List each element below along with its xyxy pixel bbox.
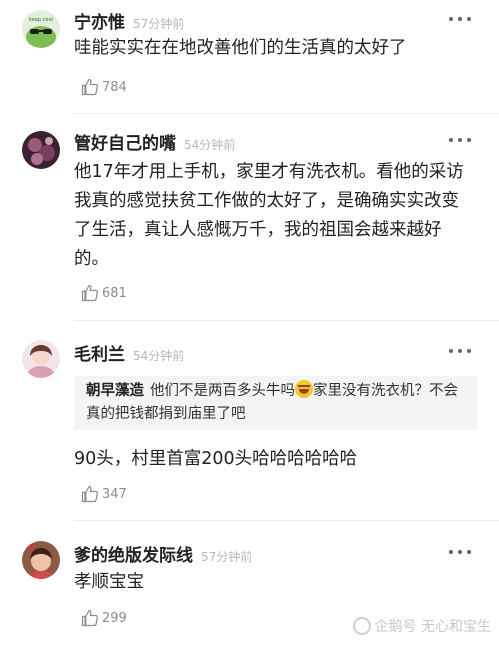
comment-header: 毛利兰 54分钟前 — [74, 340, 184, 365]
quoted-text-part-1: 他们不是两百多头牛吗 — [150, 383, 295, 399]
username[interactable]: 毛利兰 — [74, 340, 125, 365]
more-icon[interactable] — [449, 137, 471, 143]
like-count: 784 — [102, 79, 127, 95]
avatar[interactable] — [22, 131, 60, 169]
like-button[interactable]: 784 — [80, 77, 127, 97]
laughing-tears-emoji-icon — [295, 380, 313, 398]
username[interactable]: 宁亦惟 — [74, 8, 125, 33]
avatar[interactable]: keep cool — [22, 10, 60, 48]
like-button[interactable]: 681 — [80, 283, 127, 303]
comment-text: 他17年才用上手机，家里才有洗衣机。看他的采访我真的感觉扶贫工作做的太好了，是确… — [74, 162, 464, 269]
comment-text: 90头，村里首富200头哈哈哈哈哈哈 — [74, 449, 358, 469]
divider — [74, 113, 499, 114]
more-icon[interactable] — [449, 549, 471, 555]
frog-avatar-icon: keep cool — [22, 10, 60, 48]
like-button[interactable]: 347 — [80, 484, 127, 504]
like-button[interactable]: 299 — [80, 608, 127, 628]
thumbs-up-icon — [81, 609, 98, 627]
comment-header: 管好自己的嘴 54分钟前 — [74, 129, 235, 154]
comment-header: 宁亦惟 57分钟前 — [74, 8, 184, 33]
timestamp: 57分钟前 — [133, 17, 185, 31]
comment-header: 爹的绝版发际线 57分钟前 — [74, 541, 252, 566]
comment-text: 哇能实实在在地改善他们的生活真的太好了 — [74, 38, 407, 58]
timestamp: 57分钟前 — [201, 550, 253, 564]
username[interactable]: 管好自己的嘴 — [74, 129, 176, 154]
quoted-username[interactable]: 朝早藻造 — [86, 383, 144, 399]
comment-text: 孝顺宝宝 — [74, 572, 144, 592]
divider — [74, 320, 499, 321]
quoted-reply[interactable]: 朝早藻造 他们不是两百多头牛吗 家里没有洗衣机？不会真的把钱都捐到庙里了吧 — [74, 376, 477, 430]
child-avatar-icon — [22, 541, 60, 579]
username[interactable]: 爹的绝版发际线 — [74, 541, 193, 566]
timestamp: 54分钟前 — [133, 349, 185, 363]
girl-avatar-icon — [22, 340, 60, 378]
thumbs-up-icon — [81, 78, 98, 96]
divider — [74, 520, 499, 521]
thumbs-up-icon — [81, 485, 98, 503]
avatar[interactable] — [22, 541, 60, 579]
watermark: 企鹅号 无心和宝生 — [352, 616, 491, 636]
thumbs-up-icon — [81, 284, 98, 302]
timestamp: 54分钟前 — [184, 138, 236, 152]
more-icon[interactable] — [449, 348, 471, 354]
like-count: 299 — [102, 610, 127, 626]
avatar-text: keep cool — [29, 17, 53, 23]
watermark-text: 企鹅号 无心和宝生 — [374, 619, 491, 635]
more-icon[interactable] — [449, 16, 471, 22]
penguin-logo-icon — [352, 617, 371, 635]
like-count: 681 — [102, 285, 127, 301]
flower-avatar-icon — [22, 131, 60, 169]
like-count: 347 — [102, 486, 127, 502]
avatar[interactable] — [22, 340, 60, 378]
